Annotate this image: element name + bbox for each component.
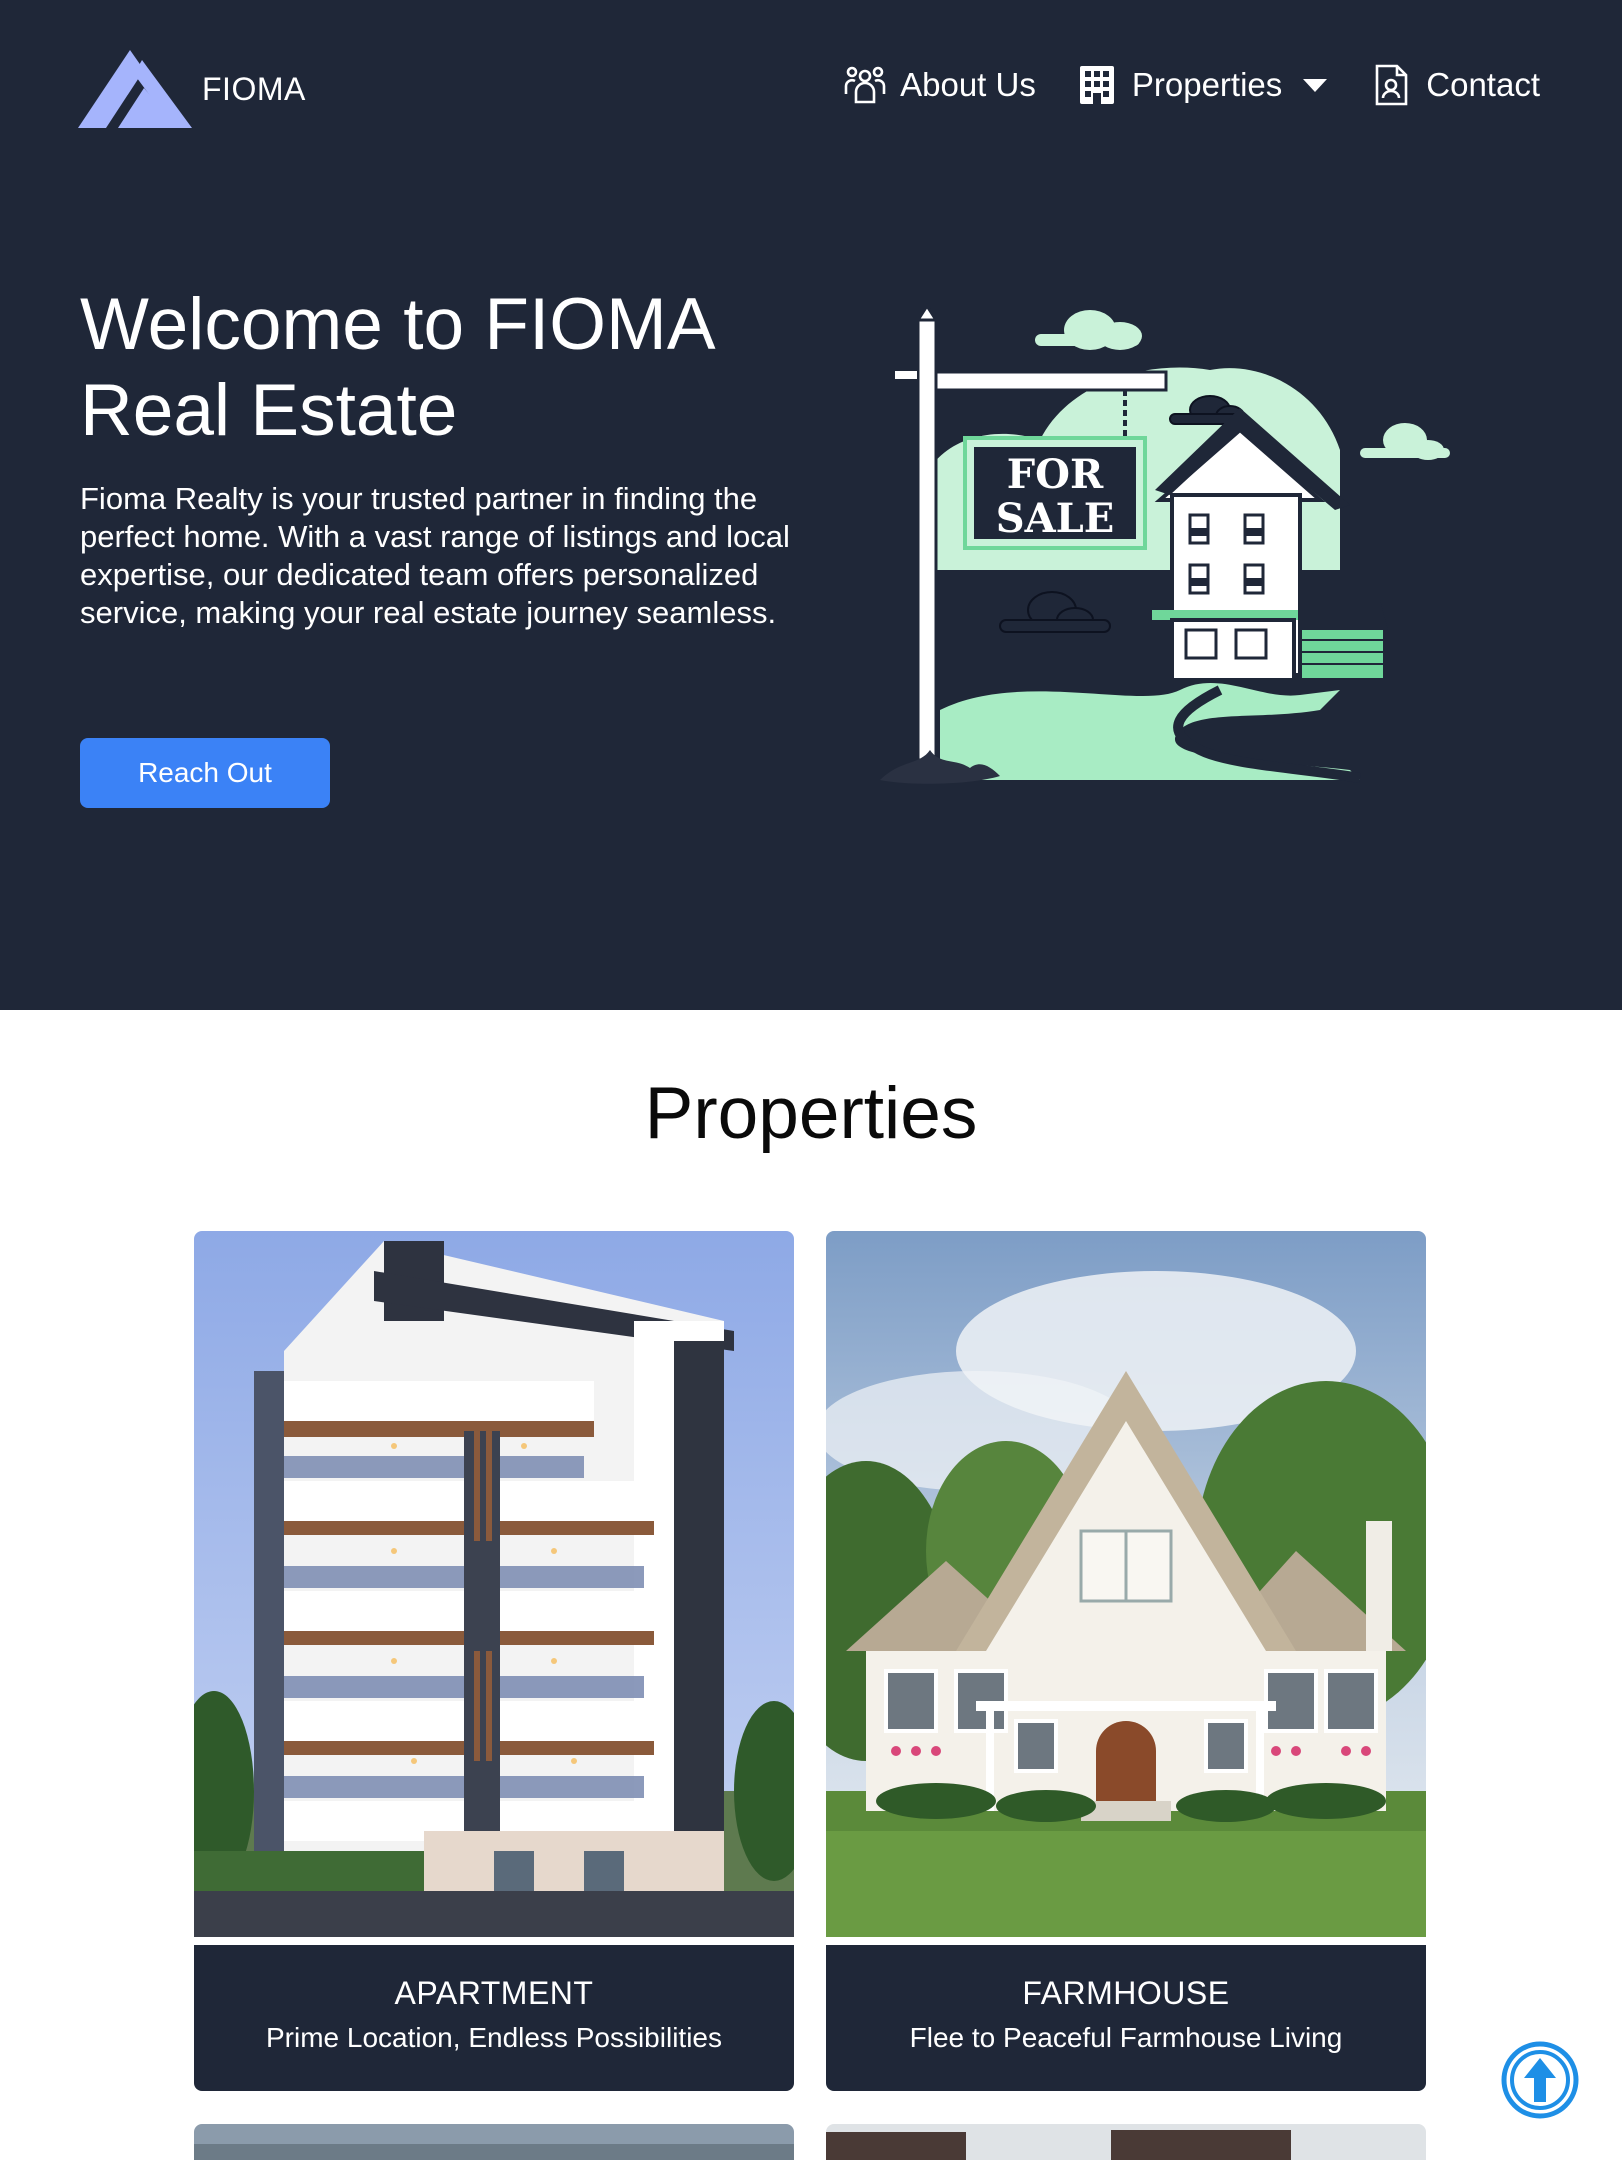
apartment-caption: APARTMENT Prime Location, Endless Possib…	[194, 1945, 794, 2091]
card-subtitle: Flee to Peaceful Farmhouse Living	[909, 2022, 1343, 2053]
nav-contact-label: Contact	[1426, 66, 1540, 103]
nav-about-us-label: About Us	[900, 66, 1036, 103]
nav-about-us[interactable]: About Us	[842, 62, 1036, 108]
nav-properties-label: Properties	[1131, 66, 1283, 103]
card-title: FARMHOUSE	[1022, 1975, 1230, 2011]
hero-title: Welcome to FIOMA Real Estate	[80, 284, 712, 451]
for-sale-illustration: FOR SALE	[880, 303, 1450, 784]
chevron-down-icon[interactable]	[1300, 70, 1330, 100]
scroll-to-top-icon[interactable]	[1500, 2040, 1580, 2120]
property-card-farmhouse[interactable]: FARMHOUSE Flee to Peaceful Farmhouse Liv…	[826, 1231, 1426, 2091]
sign-sale-text: SALE	[996, 495, 1115, 542]
properties-title: Properties	[644, 1073, 978, 1154]
main-nav: About Us Properties Contact	[804, 62, 1540, 108]
card-title: APARTMENT	[394, 1975, 594, 2011]
users-icon	[844, 66, 886, 104]
farmhouse-caption: FARMHOUSE Flee to Peaceful Farmhouse Liv…	[826, 1945, 1426, 2091]
nav-properties[interactable]: Properties	[1074, 62, 1330, 108]
apartment-image	[194, 1231, 794, 1937]
logo-text: FIOMA	[202, 70, 306, 107]
hero-description: Fioma Realty is your trusted partner in …	[80, 481, 790, 630]
reach-out-button[interactable]: Reach Out	[80, 738, 330, 808]
property-card-apartment[interactable]: APARTMENT Prime Location, Endless Possib…	[194, 1231, 794, 2091]
logo-roof-icon	[78, 50, 192, 128]
farmhouse-image	[826, 1231, 1426, 1937]
logo[interactable]: FIOMA	[78, 48, 306, 130]
card-subtitle: Prime Location, Endless Possibilities	[266, 2022, 722, 2053]
hero-section: FIOMA About Us Properties Contact Welcom…	[0, 0, 1622, 1010]
building-icon	[1079, 66, 1114, 104]
property-card-3-partial[interactable]	[194, 2124, 794, 2160]
sign-for-text: FOR	[1007, 451, 1104, 498]
contact-card-icon	[1375, 64, 1408, 106]
property-card-4-partial[interactable]	[826, 2124, 1426, 2160]
nav-contact[interactable]: Contact	[1368, 62, 1540, 108]
